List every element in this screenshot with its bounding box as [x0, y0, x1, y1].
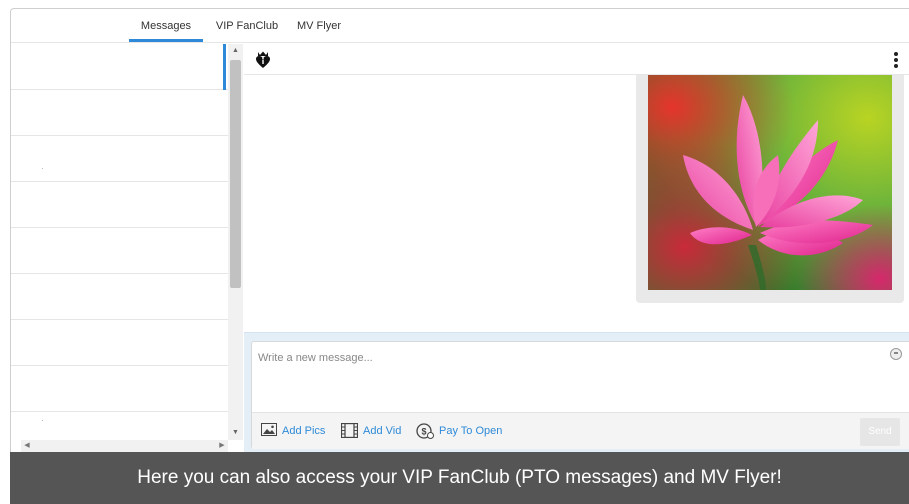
scroll-down-arrow-icon[interactable]: ▼: [228, 426, 243, 440]
message-input[interactable]: [252, 342, 909, 410]
scroll-left-arrow-icon[interactable]: ◀: [21, 440, 33, 452]
vip-heart-crown-icon: [256, 51, 270, 68]
add-pics-button[interactable]: Add Pics: [261, 423, 331, 439]
send-button[interactable]: Send: [860, 418, 900, 446]
list-marker: ·: [41, 164, 44, 173]
kebab-menu-icon[interactable]: [891, 50, 901, 70]
svg-text:$: $: [421, 427, 426, 437]
film-icon: [341, 423, 358, 438]
conversation-list: · ·: [11, 44, 229, 440]
tab-mv-flyer[interactable]: MV Flyer: [292, 9, 346, 43]
conversation-list-scrollbar[interactable]: ▲ ▼: [228, 44, 243, 440]
conversation-item[interactable]: [11, 366, 229, 412]
smiley-icon[interactable]: [890, 348, 902, 360]
picture-icon: [261, 423, 277, 436]
message-composer: Add Pics Add Vid: [251, 341, 909, 449]
active-conversation-indicator: [223, 44, 226, 90]
message-image[interactable]: [648, 75, 892, 290]
pay-to-open-button[interactable]: $ Pay To Open: [416, 423, 506, 439]
conversation-item[interactable]: [11, 90, 229, 136]
scroll-right-arrow-icon[interactable]: ▶: [216, 440, 228, 452]
pink-lotus-flower-photo: [648, 75, 892, 290]
conversation-list-hscrollbar[interactable]: ◀ ▶: [21, 440, 228, 452]
conversation-item[interactable]: [11, 274, 229, 320]
conversation-item[interactable]: [11, 228, 229, 274]
conversation-item[interactable]: [11, 44, 229, 90]
pay-to-open-label: Pay To Open: [439, 425, 503, 437]
conversation-item[interactable]: ·: [11, 412, 229, 440]
composer-area: Add Pics Add Vid: [244, 332, 909, 452]
active-tab-indicator: [129, 39, 203, 42]
scroll-up-arrow-icon[interactable]: ▲: [228, 44, 243, 58]
scrollbar-thumb[interactable]: [230, 60, 241, 288]
tutorial-tooltip: Here you can also access your VIP FanClu…: [10, 452, 909, 504]
add-pics-label: Add Pics: [282, 425, 326, 437]
chat-messages: [244, 75, 909, 332]
tab-bar: Messages VIP FanClub MV Flyer: [11, 9, 909, 43]
add-vid-button[interactable]: Add Vid: [341, 423, 407, 439]
add-vid-label: Add Vid: [363, 425, 402, 437]
conversation-item[interactable]: [11, 320, 229, 366]
composer-toolbar: Add Pics Add Vid $ Pay To Open Send: [252, 412, 909, 449]
messenger-window: Messages VIP FanClub MV Flyer · · ▲ ▼ Wr…: [10, 8, 909, 504]
tab-messages[interactable]: Messages: [129, 9, 203, 43]
tab-vip-fanclub[interactable]: VIP FanClub: [208, 9, 286, 43]
chat-header: [244, 44, 909, 75]
conversation-item[interactable]: [11, 182, 229, 228]
pay-coin-icon: $: [416, 423, 434, 439]
list-marker: ·: [41, 416, 44, 425]
conversation-item[interactable]: ·: [11, 136, 229, 182]
